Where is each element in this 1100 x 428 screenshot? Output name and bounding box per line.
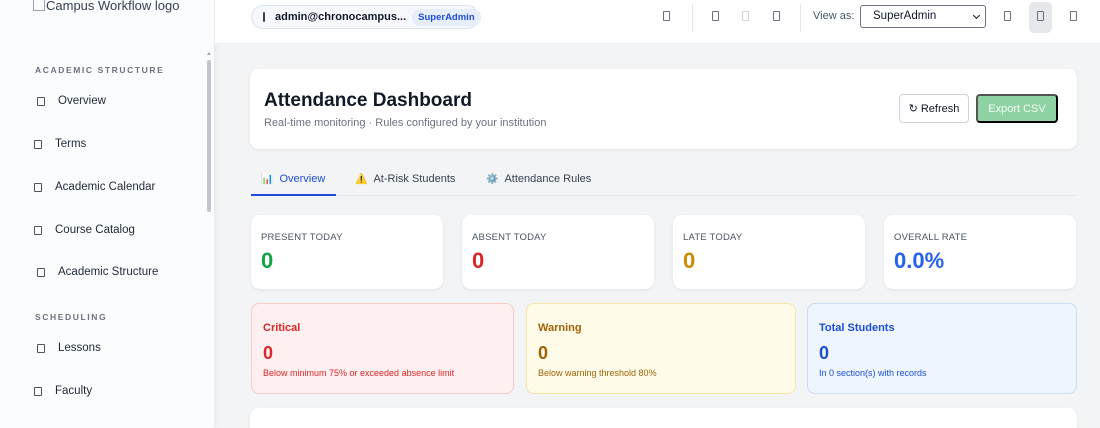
risk-description: Below minimum 75% or exceeded absence li… [263,368,455,378]
risk-title: Critical [263,322,301,334]
stat-value: 0.0% [894,248,945,273]
logout-icon[interactable] [1070,11,1077,21]
bar-chart-icon: 📊 [261,173,274,185]
stat-value: 0 [261,248,274,273]
chevron-down-icon [972,11,981,20]
stat-label: OVERALL RATE [894,232,968,243]
scroll-up-arrow-icon[interactable] [207,52,211,55]
help-icon[interactable] [712,11,719,21]
page-title: Attendance Dashboard [264,90,472,111]
stat-card-late-today: LATE TODAY 0 [673,215,865,289]
stat-value: 0 [472,248,485,273]
lessons-icon [37,343,45,353]
tab-label: At-Risk Students [373,173,456,185]
sidebar-scroll-thumb[interactable] [207,60,211,212]
tab-attendance-rules[interactable]: ⚙️ Attendance Rules [486,173,591,185]
toolbar-divider [692,4,693,32]
logo-alt-text: Campus Workflow logo [46,0,180,13]
sidebar-item-label: Faculty [55,385,93,397]
risk-description: Below warning threshold 80% [538,368,657,378]
terms-icon [34,139,42,149]
calendar-icon [34,182,42,192]
toolbar-divider [800,4,801,32]
stat-card-overall-rate: OVERALL RATE 0.0% [884,215,1076,289]
user-icon [263,12,265,22]
user-email: admin@chronocampus... [275,11,407,23]
theme-icon[interactable] [1004,11,1011,21]
risk-card-warning: Warning 0 Below warning threshold 80% [526,303,796,394]
settings-icon[interactable] [773,11,780,21]
warning-icon: ⚠️ [355,173,368,185]
overview-icon [37,96,45,106]
risk-description: In 0 section(s) with records [819,368,927,378]
sidebar: Campus Workflow logo ACADEMIC STRUCTURE … [0,0,215,428]
sidebar-item-lessons[interactable]: Lessons [37,342,101,354]
tab-at-risk-students[interactable]: ⚠️ At-Risk Students [355,173,455,185]
tabs-divider [251,195,1077,196]
structure-icon [37,267,45,277]
stat-value: 0 [683,248,696,273]
campus-logo[interactable]: Campus Workflow logo [33,0,179,13]
sidebar-item-academic-structure[interactable]: Academic Structure [37,266,158,278]
stat-card-absent-today: ABSENT TODAY 0 [462,215,654,289]
stat-label: PRESENT TODAY [261,232,343,243]
sidebar-item-overview[interactable]: Overview [37,95,106,107]
tab-label: Attendance Rules [504,173,592,185]
section-title-academic-structure: ACADEMIC STRUCTURE [35,65,165,75]
view-as-label: View as: [813,10,855,22]
tab-overview[interactable]: 📊 Overview [261,173,325,185]
refresh-button[interactable]: ↻ Refresh [899,94,969,123]
notification-icon[interactable] [663,11,670,21]
sidebar-item-label: Lessons [58,342,101,354]
page-subtitle: Real-time monitoring · Rules configured … [264,117,547,129]
sidebar-item-faculty[interactable]: Faculty [34,385,92,397]
view-as-value: SuperAdmin [873,10,937,22]
active-tab-indicator [251,194,336,196]
risk-card-total-students: Total Students 0 In 0 section(s) with re… [807,303,1077,394]
risk-value: 0 [538,343,549,363]
export-csv-button[interactable]: Export CSV [976,94,1058,123]
sidebar-item-academic-calendar[interactable]: Academic Calendar [34,181,155,193]
sidebar-item-label: Overview [58,95,106,107]
sidebar-item-label: Academic Calendar [55,181,156,193]
role-badge: SuperAdmin [412,8,481,26]
view-as-select[interactable]: SuperAdmin [860,5,986,28]
catalog-icon [34,225,42,235]
sidebar-item-course-catalog[interactable]: Course Catalog [34,224,135,236]
faculty-icon [34,386,42,396]
sidebar-item-label: Terms [55,138,87,150]
section-title-scheduling: SCHEDULING [35,312,108,322]
risk-card-critical: Critical 0 Below minimum 75% or exceeded… [251,303,514,394]
broken-image-icon [33,0,45,11]
layout-icon [1037,11,1044,21]
risk-title: Total Students [819,322,895,334]
messages-icon[interactable] [742,11,749,21]
stat-label: ABSENT TODAY [472,232,547,243]
tab-label: Overview [279,173,326,185]
gear-icon: ⚙️ [486,173,499,185]
sidebar-item-label: Academic Structure [58,266,159,278]
user-badge[interactable]: admin@chronocampus... SuperAdmin [251,5,481,29]
sidebar-item-terms[interactable]: Terms [34,138,86,150]
sidebar-item-label: Course Catalog [55,224,135,236]
stat-label: LATE TODAY [683,232,743,243]
risk-value: 0 [263,343,274,363]
content-card [250,408,1077,428]
risk-value: 0 [819,343,830,363]
stat-card-present-today: PRESENT TODAY 0 [251,215,443,289]
risk-title: Warning [538,322,582,334]
